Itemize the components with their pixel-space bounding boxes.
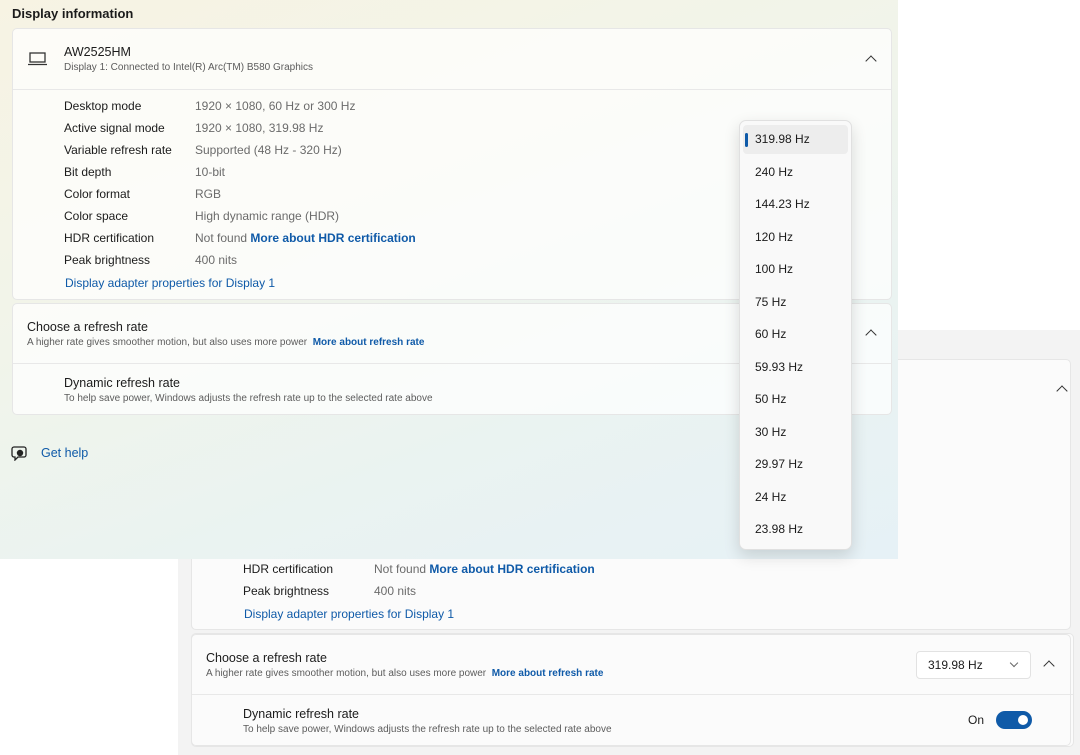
dynamic-refresh-subtitle: To help save power, Windows adjusts the …: [243, 724, 612, 735]
divider: [13, 89, 891, 90]
info-value: 400 nits: [374, 584, 417, 598]
info-value: 10-bit: [195, 165, 226, 179]
info-value: Not found More about HDR certification: [374, 562, 595, 576]
help-chat-icon: [11, 446, 27, 461]
display-subtitle: Display 1: Connected to Intel(R) Arc(TM)…: [64, 62, 313, 73]
info-value: 400 nits: [195, 253, 238, 267]
rate-option[interactable]: 100 Hz: [743, 255, 848, 284]
info-label: Desktop mode: [64, 99, 142, 113]
info-label: Bit depth: [64, 165, 112, 179]
rate-option[interactable]: 319.98 Hz: [743, 125, 848, 154]
dynamic-refresh-subtitle: To help save power, Windows adjusts the …: [64, 393, 433, 404]
info-label: Color format: [64, 187, 131, 201]
get-help-link[interactable]: Get help: [41, 446, 88, 460]
info-label: HDR certification: [243, 562, 334, 576]
refresh-rate-dropdown: 319.98 Hz 240 Hz 144.23 Hz 120 Hz 100 Hz…: [739, 120, 852, 550]
info-label: Peak brightness: [243, 584, 330, 598]
rate-option[interactable]: 240 Hz: [743, 158, 848, 187]
rate-option[interactable]: 144.23 Hz: [743, 190, 848, 219]
laptop-icon: [28, 52, 47, 66]
dynamic-state: On: [968, 713, 985, 727]
rate-option[interactable]: 24 Hz: [743, 483, 848, 512]
info-value: Supported (48 Hz - 320 Hz): [195, 143, 342, 157]
refresh-rate-title: Choose a refresh rate: [206, 651, 327, 665]
refresh-rate-link[interactable]: More about refresh rate: [313, 337, 425, 348]
refresh-rate-combobox[interactable]: 319.98 Hz: [916, 651, 1031, 679]
dynamic-refresh-toggle[interactable]: [996, 711, 1032, 729]
display-adapter-link[interactable]: Display adapter properties for Display 1: [244, 607, 454, 621]
info-value: 1920 × 1080, 60 Hz or 300 Hz: [195, 99, 356, 113]
info-label: Variable refresh rate: [64, 143, 172, 157]
refresh-rate-subtitle: A higher rate gives smoother motion, but…: [27, 337, 425, 348]
chevron-down-icon: [1009, 658, 1019, 668]
refresh-rate-link[interactable]: More about refresh rate: [492, 668, 604, 679]
info-value: High dynamic range (HDR): [195, 209, 340, 223]
info-label: Active signal mode: [64, 121, 165, 135]
section-title: Display information: [12, 6, 134, 21]
dynamic-refresh-title: Dynamic refresh rate: [243, 707, 360, 721]
rate-option[interactable]: 60 Hz: [743, 320, 848, 349]
rate-option[interactable]: 30 Hz: [743, 418, 848, 447]
hdr-cert-link[interactable]: More about HDR certification: [250, 231, 415, 245]
rate-option[interactable]: 29.97 Hz: [743, 450, 848, 479]
combobox-value: 319.98 Hz: [928, 658, 983, 672]
info-label: Peak brightness: [64, 253, 151, 267]
collapse-chevron-icon[interactable]: [1056, 385, 1068, 397]
refresh-rate-subtitle: A higher rate gives smoother motion, but…: [206, 668, 604, 679]
display-name: AW2525HM: [64, 45, 131, 59]
info-value: 1920 × 1080, 319.98 Hz: [195, 121, 324, 135]
display-adapter-link[interactable]: Display adapter properties for Display 1: [65, 276, 275, 290]
refresh-rate-title: Choose a refresh rate: [27, 320, 148, 334]
divider: [192, 694, 1070, 695]
info-label: HDR certification: [64, 231, 155, 245]
rate-option[interactable]: 50 Hz: [743, 385, 848, 414]
rate-option[interactable]: 75 Hz: [743, 288, 848, 317]
rate-option[interactable]: 23.98 Hz: [743, 515, 848, 544]
dynamic-refresh-title: Dynamic refresh rate: [64, 376, 181, 390]
rate-option[interactable]: 120 Hz: [743, 223, 848, 252]
rate-option[interactable]: 59.93 Hz: [743, 353, 848, 382]
info-value: Not found More about HDR certification: [195, 231, 416, 245]
hdr-cert-link[interactable]: More about HDR certification: [429, 562, 594, 576]
info-label: Color space: [64, 209, 129, 223]
info-value: RGB: [195, 187, 222, 201]
